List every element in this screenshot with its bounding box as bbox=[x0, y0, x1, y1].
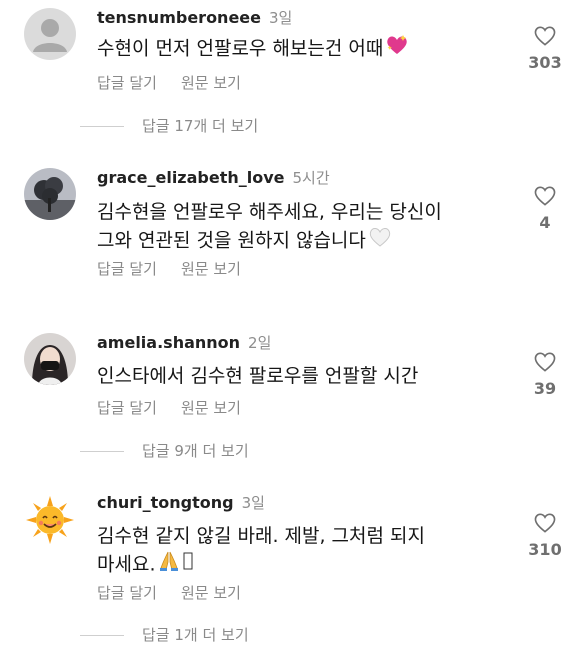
reply-button[interactable]: 답글 달기 bbox=[97, 260, 157, 278]
see-original-button[interactable]: 원문 보기 bbox=[181, 74, 241, 92]
comment-header: grace_elizabeth_love 5시간 bbox=[97, 168, 330, 188]
like-section: 310 bbox=[515, 513, 575, 559]
view-replies-label: 답글 1개 더 보기 bbox=[142, 626, 249, 644]
comment-header: churi_tongtong 3일 bbox=[97, 493, 265, 513]
username[interactable]: amelia.shannon bbox=[97, 333, 240, 352]
like-section: 4 bbox=[515, 186, 575, 232]
reply-button[interactable]: 답글 달기 bbox=[97, 584, 157, 602]
comment-text: 인스타에서 김수현 팔로우를 언팔할 시간 bbox=[97, 362, 497, 390]
divider bbox=[80, 450, 124, 452]
see-original-button[interactable]: 원문 보기 bbox=[181, 399, 241, 417]
sparkling-heart-icon bbox=[385, 34, 409, 64]
comment-actions: 답글 달기 원문 보기 bbox=[97, 259, 241, 279]
divider bbox=[80, 634, 124, 636]
heart-icon[interactable] bbox=[534, 26, 556, 46]
comment-text: 수현이 먼저 언팔로우 해보는건 어때 bbox=[97, 34, 497, 64]
like-section: 39 bbox=[515, 352, 575, 398]
avatar[interactable] bbox=[24, 168, 76, 220]
avatar[interactable] bbox=[24, 494, 76, 546]
comment-text-line: 김수현 같지 않길 바래. 제발, 그처럼 되지 bbox=[97, 525, 425, 547]
username[interactable]: churi_tongtong bbox=[97, 493, 234, 512]
view-replies-button[interactable]: 답글 17개 더 보기 bbox=[80, 116, 258, 136]
reply-button[interactable]: 답글 달기 bbox=[97, 399, 157, 417]
see-original-button[interactable]: 원문 보기 bbox=[181, 260, 241, 278]
girl-photo-icon bbox=[24, 333, 76, 385]
view-replies-button[interactable]: 답글 9개 더 보기 bbox=[80, 441, 249, 461]
timestamp: 3일 bbox=[269, 9, 293, 27]
comment-header: tensnumberoneee 3일 bbox=[97, 8, 292, 28]
avatar[interactable] bbox=[24, 333, 76, 385]
heart-icon[interactable] bbox=[534, 186, 556, 206]
like-count: 310 bbox=[528, 540, 562, 559]
username[interactable]: grace_elizabeth_love bbox=[97, 168, 285, 187]
timestamp: 2일 bbox=[248, 334, 272, 352]
tree-photo-icon bbox=[24, 168, 76, 220]
heart-icon[interactable] bbox=[534, 352, 556, 372]
like-count: 4 bbox=[539, 213, 551, 232]
comment-actions: 답글 달기 원문 보기 bbox=[97, 398, 241, 418]
default-person-icon bbox=[24, 8, 76, 60]
comment-header: amelia.shannon 2일 bbox=[97, 333, 271, 353]
avatar[interactable] bbox=[24, 8, 76, 60]
comment-text-line: 그와 연관된 것을 원하지 않습니다 bbox=[97, 229, 366, 252]
divider bbox=[80, 125, 124, 127]
see-original-button[interactable]: 원문 보기 bbox=[181, 584, 241, 602]
username[interactable]: tensnumberoneee bbox=[97, 8, 261, 27]
view-replies-button[interactable]: 답글 1개 더 보기 bbox=[80, 625, 249, 645]
comment-text-content: 수현이 먼저 언팔로우 해보는건 어때 bbox=[97, 37, 384, 60]
comment-text: 김수현을 언팔로우 해주세요, 우리는 당신이 그와 연관된 것을 원하지 않습… bbox=[97, 198, 497, 256]
comment-text: 김수현 같지 않길 바래. 제발, 그처럼 되지 마세요. bbox=[97, 522, 497, 580]
view-replies-label: 답글 17개 더 보기 bbox=[142, 117, 259, 135]
comment-actions: 답글 달기 원문 보기 bbox=[97, 73, 241, 93]
like-section: 303 bbox=[515, 26, 575, 72]
timestamp: 5시간 bbox=[292, 169, 330, 187]
like-count: 303 bbox=[528, 53, 562, 72]
comment-text-content: 인스타에서 김수현 팔로우를 언팔할 시간 bbox=[97, 365, 419, 387]
timestamp: 3일 bbox=[241, 494, 265, 512]
sun-emoji-icon bbox=[26, 496, 74, 544]
comment-actions: 답글 달기 원문 보기 bbox=[97, 583, 241, 603]
comment-text-line: 김수현을 언팔로우 해주세요, 우리는 당신이 bbox=[97, 201, 442, 223]
reply-button[interactable]: 답글 달기 bbox=[97, 74, 157, 92]
missing-glyph-icon bbox=[183, 551, 193, 579]
heart-icon[interactable] bbox=[534, 513, 556, 533]
white-heart-icon bbox=[368, 226, 392, 256]
folded-hands-icon bbox=[157, 550, 181, 580]
comment-text-line: 마세요. bbox=[97, 553, 156, 576]
view-replies-label: 답글 9개 더 보기 bbox=[142, 442, 249, 460]
like-count: 39 bbox=[533, 379, 557, 398]
